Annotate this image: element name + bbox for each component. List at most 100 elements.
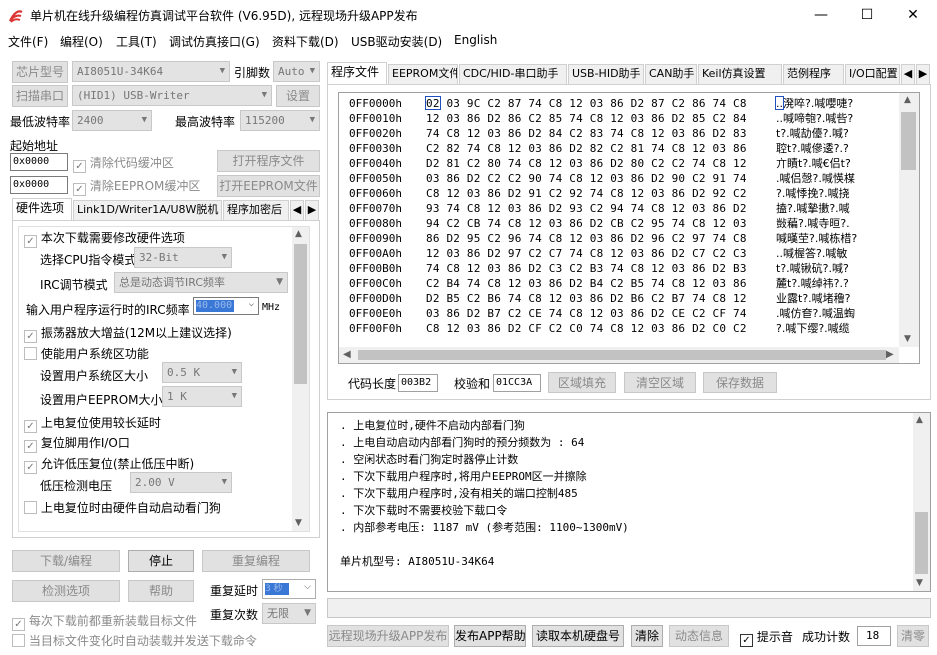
tab-can[interactable]: CAN助手 bbox=[645, 64, 697, 84]
cpu-mode-select[interactable]: 32-Bit ▼ bbox=[134, 247, 232, 268]
hex-ascii[interactable]: ?.喊下缨?.喊缆 bbox=[776, 321, 896, 336]
user-eeprom-select[interactable]: 1 K ▼ bbox=[162, 386, 242, 407]
low-volt-select[interactable]: 2.00 V ▼ bbox=[130, 472, 232, 493]
tab-io-config[interactable]: I/O口配置 bbox=[845, 64, 900, 84]
pin-count-select[interactable]: Auto ▼ bbox=[273, 61, 320, 82]
scroll-down-icon[interactable]: ▼ bbox=[904, 334, 911, 344]
clear-eeprom-option[interactable]: ✓ 清除EEPROM缓冲区 bbox=[73, 177, 200, 196]
tab-examples[interactable]: 范例程序 bbox=[783, 64, 844, 84]
download-program-button[interactable]: 下载/编程 bbox=[12, 550, 120, 572]
scroll-right-icon[interactable]: ▶ bbox=[886, 349, 894, 360]
tab-scroll-right-icon[interactable]: ▶ bbox=[916, 64, 930, 84]
hex-bytes[interactable]: 94 C2 CB 74 C8 12 03 86 D2 CB C2 95 74 C… bbox=[426, 216, 747, 231]
dynamic-info-button[interactable]: 动态信息 bbox=[669, 625, 729, 647]
scroll-up-icon[interactable]: ▲ bbox=[295, 229, 302, 239]
hex-scrollbar-thumb[interactable] bbox=[901, 112, 916, 170]
menu-debug[interactable]: 调试仿真接口(G) bbox=[169, 33, 260, 50]
tab-link1d-offline[interactable]: Link1D/Writer1A/U8W脱机 bbox=[73, 200, 222, 220]
hex-hscroll-thumb[interactable] bbox=[358, 350, 886, 360]
hex-bytes[interactable]: C2 82 74 C8 12 03 86 D2 82 C2 81 74 C8 1… bbox=[426, 141, 747, 156]
modify-hw-option[interactable]: ✓ 本次下载需要修改硬件选项 bbox=[24, 229, 185, 248]
hex-bytes[interactable]: C8 12 03 86 D2 91 C2 92 74 C8 12 03 86 D… bbox=[426, 186, 747, 201]
long-delay-option[interactable]: ✓ 上电复位使用较长延时 bbox=[24, 414, 161, 433]
stop-button[interactable]: 停止 bbox=[128, 550, 194, 572]
hex-ascii[interactable]: ?.喊悸挽?.喊挠 bbox=[776, 186, 896, 201]
wdt-auto-option[interactable]: 上电复位时由硬件自动启动看门狗 bbox=[24, 499, 221, 516]
repeat-count-select[interactable]: 无限 ▼ bbox=[262, 603, 316, 624]
scroll-up-icon[interactable]: ▲ bbox=[916, 415, 923, 425]
hex-bytes[interactable]: 74 C8 12 03 86 D2 C3 C2 B3 74 C8 12 03 8… bbox=[426, 261, 747, 276]
hex-ascii[interactable]: 麓t?.喊绰祎?.? bbox=[776, 276, 896, 291]
hex-bytes[interactable]: 12 03 86 D2 97 C2 C7 74 C8 12 03 86 D2 C… bbox=[426, 246, 747, 261]
eeprom-start-address-input[interactable]: 0x0000 bbox=[10, 176, 68, 194]
log-scrollbar-thumb[interactable] bbox=[915, 512, 928, 574]
hex-ascii[interactable]: ..溌啐?.喊嚶啑? bbox=[776, 96, 896, 111]
publish-app-button[interactable]: 远程现场升级APP发布 bbox=[327, 625, 449, 647]
reset-io-option[interactable]: ✓ 复位脚用作I/O口 bbox=[24, 434, 130, 453]
reload-option[interactable]: ✓ 每次下载前都重新装载目标文件 bbox=[12, 612, 197, 631]
fill-region-button[interactable]: 区域填充 bbox=[548, 372, 616, 393]
menu-download[interactable]: 资料下载(D) bbox=[272, 33, 339, 50]
hex-ascii[interactable]: t?.喊劼儓?.喊? bbox=[776, 126, 896, 141]
open-eeprom-file-button[interactable]: 打开EEPROM文件 bbox=[217, 175, 320, 197]
hex-ascii[interactable]: 喊暵茔?.喊栋棤? bbox=[776, 231, 896, 246]
publish-help-button[interactable]: 发布APP帮助 bbox=[454, 625, 526, 647]
repeat-program-button[interactable]: 重复编程 bbox=[202, 550, 310, 572]
hex-bytes[interactable]: D2 81 C2 80 74 C8 12 03 86 D2 80 C2 C2 7… bbox=[426, 156, 747, 171]
hex-ascii[interactable]: 亣瞔t?.喊€侣t? bbox=[776, 156, 896, 171]
irc-mode-select[interactable]: 总是动态调节IRC频率 ▼ bbox=[114, 272, 288, 293]
tab-program-encrypt[interactable]: 程序加密后 bbox=[223, 200, 289, 220]
scan-port-button[interactable]: 扫描串口 bbox=[12, 85, 68, 107]
scrollbar-thumb[interactable] bbox=[294, 244, 307, 384]
hex-bytes[interactable]: 03 86 D2 B7 C2 CE 74 C8 12 03 86 D2 CE C… bbox=[426, 306, 747, 321]
auto-send-option[interactable]: 当目标文件变化时自动装载并发送下载命令 bbox=[12, 632, 257, 649]
osc-gain-option[interactable]: ✓ 振荡器放大增益(12M以上建议选择) bbox=[24, 324, 232, 343]
user-sys-size-select[interactable]: 0.5 K ▼ bbox=[162, 362, 242, 383]
hex-bytes[interactable]: 93 74 C8 12 03 86 D2 93 C2 94 74 C8 12 0… bbox=[426, 201, 747, 216]
menu-tools[interactable]: 工具(T) bbox=[116, 33, 157, 50]
scroll-down-icon[interactable]: ▼ bbox=[916, 578, 923, 588]
hex-bytes[interactable]: 74 C8 12 03 86 D2 84 C2 83 74 C8 12 03 8… bbox=[426, 126, 747, 141]
chip-model-select[interactable]: AI8051U-34K64 ▼ bbox=[72, 61, 230, 82]
minimize-button[interactable]: — bbox=[798, 0, 844, 30]
hex-bytes[interactable]: 03 86 D2 C2 C2 90 74 C8 12 03 86 D2 90 C… bbox=[426, 171, 747, 186]
hex-ascii[interactable]: ..喊楃答?.喊敏 bbox=[776, 246, 896, 261]
clear-count-button[interactable]: 清零 bbox=[897, 625, 929, 647]
tab-program-file[interactable]: 程序文件 bbox=[327, 62, 387, 84]
tab-usb-hid[interactable]: USB-HID助手 bbox=[568, 64, 644, 84]
hex-bytes[interactable]: 02 03 9C C2 87 74 C8 12 03 86 D2 87 C2 8… bbox=[426, 96, 747, 111]
scroll-up-icon[interactable]: ▲ bbox=[904, 95, 911, 105]
clear-code-option[interactable]: ✓ 清除代码缓冲区 bbox=[73, 154, 174, 173]
hex-bytes[interactable]: 12 03 86 D2 86 C2 85 74 C8 12 03 86 D2 8… bbox=[426, 111, 747, 126]
hex-ascii[interactable]: .喊侣愨?.喊愥楳 bbox=[776, 171, 896, 186]
hex-ascii[interactable]: 搕?.喊摯擻?.喊 bbox=[776, 201, 896, 216]
menu-file[interactable]: 文件(F) bbox=[8, 33, 48, 50]
hex-ascii[interactable]: 业露t?.喊堵穞? bbox=[776, 291, 896, 306]
port-select[interactable]: (HID1) USB-Writer ▼ bbox=[72, 85, 272, 106]
tab-scroll-right-icon[interactable]: ▶ bbox=[305, 200, 319, 220]
read-disk-button[interactable]: 读取本机硬盘号 bbox=[532, 625, 624, 647]
hex-bytes[interactable]: D2 B5 C2 B6 74 C8 12 03 86 D2 B6 C2 B7 7… bbox=[426, 291, 747, 306]
menu-program[interactable]: 编程(O) bbox=[60, 33, 103, 50]
scroll-left-icon[interactable]: ◀ bbox=[343, 349, 351, 360]
repeat-delay-select[interactable]: 3 秒 ⌵ bbox=[262, 579, 316, 599]
maximize-button[interactable]: ☐ bbox=[844, 0, 890, 30]
user-sys-option[interactable]: 使能用户系统区功能 bbox=[24, 345, 149, 362]
tab-scroll-left-icon[interactable]: ◀ bbox=[290, 200, 304, 220]
hex-ascii[interactable]: 敱藊?.喊寺晅?. bbox=[776, 216, 896, 231]
scroll-down-icon[interactable]: ▼ bbox=[295, 518, 302, 528]
irc-freq-select[interactable]: 40.000 ⌵ bbox=[193, 297, 259, 315]
chip-model-button[interactable]: 芯片型号 bbox=[12, 61, 68, 83]
clear-log-button[interactable]: 清除 bbox=[631, 625, 663, 647]
menu-usb-driver[interactable]: USB驱动安装(D) bbox=[351, 33, 442, 50]
open-program-file-button[interactable]: 打开程序文件 bbox=[217, 150, 320, 172]
hex-ascii[interactable]: 聜t?.喊傪逶?.? bbox=[776, 141, 896, 156]
hex-bytes[interactable]: 86 D2 95 C2 96 74 C8 12 03 86 D2 96 C2 9… bbox=[426, 231, 747, 246]
save-data-button[interactable]: 保存数据 bbox=[703, 372, 777, 393]
detect-options-button[interactable]: 检测选项 bbox=[12, 580, 120, 602]
hex-ascii[interactable]: ..喊啼匏?.喊呰? bbox=[776, 111, 896, 126]
clear-region-button[interactable]: 清空区域 bbox=[624, 372, 696, 393]
min-baud-select[interactable]: 2400 ▼ bbox=[72, 110, 152, 131]
close-button[interactable]: ✕ bbox=[890, 0, 936, 30]
hex-bytes[interactable]: C2 B4 74 C8 12 03 86 D2 B4 C2 B5 74 C8 1… bbox=[426, 276, 747, 291]
